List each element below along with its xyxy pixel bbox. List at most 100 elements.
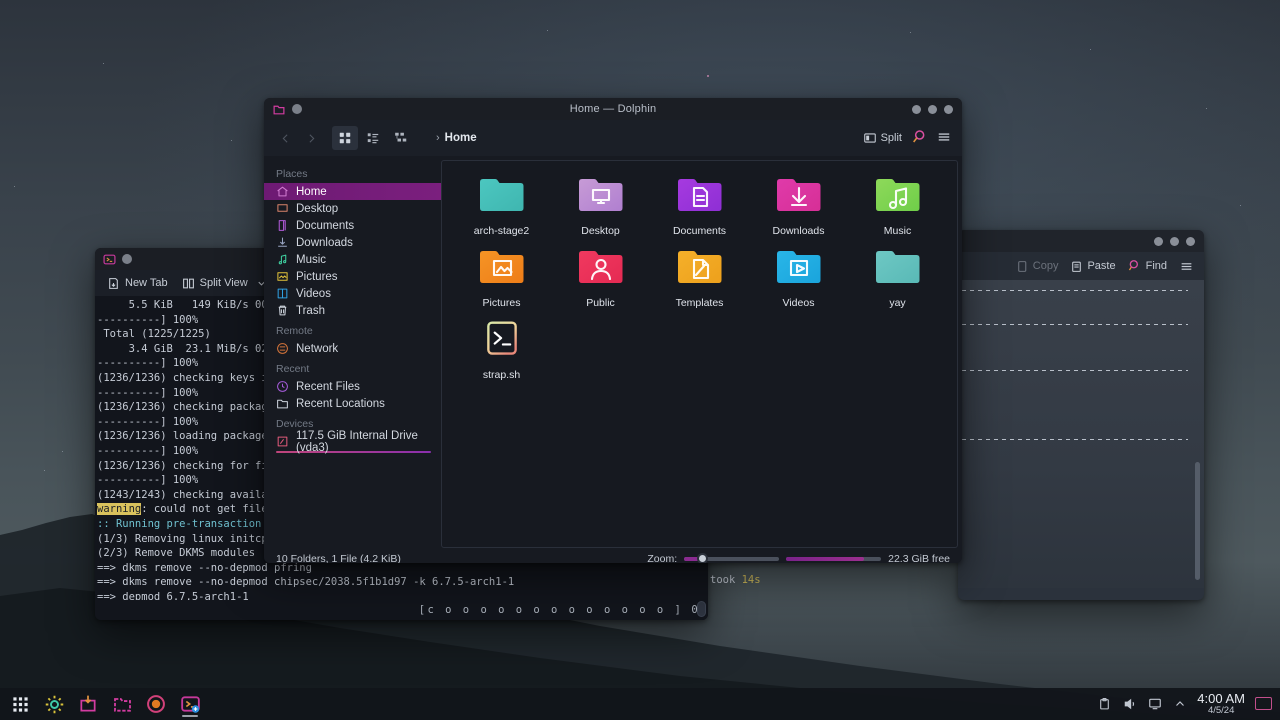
- star: [910, 32, 911, 33]
- sidebar-item-label: Desktop: [296, 203, 338, 215]
- back-button[interactable]: [272, 126, 298, 150]
- trash-icon: [276, 304, 289, 317]
- star: [1240, 205, 1241, 206]
- sidebar-item-pictures[interactable]: Pictures: [264, 268, 441, 285]
- file-item[interactable]: arch-stage2: [452, 175, 551, 237]
- file-name-label: arch-stage2: [474, 225, 529, 237]
- sidebar-item-home[interactable]: Home: [264, 183, 441, 200]
- pictures-icon: [276, 270, 289, 283]
- firefox-taskbar-button[interactable]: [142, 690, 170, 718]
- maximize-button[interactable]: [1170, 237, 1179, 246]
- file-item[interactable]: Templates: [650, 247, 749, 309]
- dolphin-window[interactable]: Home — Dolphin: [264, 98, 962, 563]
- close-button[interactable]: [944, 105, 953, 114]
- minimize-button[interactable]: [1154, 237, 1163, 246]
- zoom-slider[interactable]: [684, 557, 779, 561]
- sidebar-item-recent-files[interactable]: Recent Files: [264, 378, 441, 395]
- sidebar-item-videos[interactable]: Videos: [264, 285, 441, 302]
- dolphin-window-controls[interactable]: [912, 105, 962, 114]
- sidebar-item-117-5-gib-internal-drive-vda3[interactable]: 117.5 GiB Internal Drive (vda3): [264, 433, 441, 450]
- browser-icon: [146, 694, 166, 714]
- sidebar-item-label: Pictures: [296, 271, 338, 283]
- show-desktop-button[interactable]: [1255, 697, 1272, 710]
- bgwindow-titlebar[interactable]: [958, 230, 1204, 252]
- zoom-controls[interactable]: Zoom: 22.3 GiB free: [647, 553, 950, 563]
- file-icon-wrap: [480, 319, 524, 364]
- sidebar-item-recent-locations[interactable]: Recent Locations: [264, 395, 441, 412]
- view-mode-group[interactable]: [332, 126, 414, 150]
- sidebar-item-documents[interactable]: Documents: [264, 217, 441, 234]
- file-item[interactable]: strap.sh: [452, 319, 551, 381]
- scrollbar-thumb[interactable]: [697, 601, 706, 617]
- clock[interactable]: 4:00 AM 4/5/24: [1197, 692, 1245, 716]
- places-sidebar[interactable]: PlacesHomeDesktopDocumentsDownloadsMusic…: [264, 156, 441, 548]
- find-button[interactable]: [911, 129, 927, 148]
- taskbar-launchers[interactable]: [0, 690, 204, 718]
- view-icons-button[interactable]: [332, 126, 358, 150]
- sidebar-item-desktop[interactable]: Desktop: [264, 200, 441, 217]
- maximize-button[interactable]: [928, 105, 937, 114]
- bgwindow-toolbar[interactable]: Copy Paste Find: [958, 252, 1204, 280]
- file-grid[interactable]: arch-stage2 DesktopDocumentsDownloadsMusi…: [452, 175, 947, 381]
- system-settings-button[interactable]: [40, 690, 68, 718]
- breadcrumb[interactable]: › Home: [436, 132, 477, 144]
- copy-button[interactable]: Copy: [1016, 260, 1059, 273]
- file-item[interactable]: Pictures: [452, 247, 551, 309]
- dolphin-statusbar: 10 Folders, 1 File (4.2 KiB) Zoom: 22.3 …: [264, 548, 962, 563]
- folder-icon-wrap: [775, 247, 823, 292]
- folder-icon: [272, 103, 286, 116]
- file-item[interactable]: yay: [848, 247, 947, 309]
- sidebar-item-trash[interactable]: Trash: [264, 302, 441, 319]
- clipboard-icon[interactable]: [1097, 696, 1112, 711]
- bgwindow-window-controls[interactable]: [1154, 237, 1204, 246]
- clock-date: 4/5/24: [1197, 706, 1245, 716]
- menu-button[interactable]: [936, 130, 952, 147]
- paste-button[interactable]: Paste: [1070, 260, 1115, 273]
- dolphin-titlebar[interactable]: Home — Dolphin: [264, 98, 962, 120]
- sidebar-item-label: Videos: [296, 288, 331, 300]
- new-tab-button[interactable]: New Tab: [107, 277, 168, 290]
- close-button[interactable]: [1186, 237, 1195, 246]
- star: [103, 63, 104, 64]
- discover-button[interactable]: [74, 690, 102, 718]
- file-pane[interactable]: arch-stage2 DesktopDocumentsDownloadsMusi…: [441, 160, 958, 548]
- display-icon[interactable]: [1147, 696, 1162, 711]
- view-compact-button[interactable]: [360, 126, 386, 150]
- konsole-taskbar-button[interactable]: [176, 690, 204, 718]
- find-button[interactable]: Find: [1128, 259, 1167, 273]
- sidebar-item-downloads[interactable]: Downloads: [264, 234, 441, 251]
- breadcrumb-path[interactable]: Home: [445, 132, 477, 144]
- scrollbar-thumb[interactable]: [1195, 462, 1200, 580]
- menu-button[interactable]: [1179, 260, 1194, 273]
- view-details-button[interactable]: [388, 126, 414, 150]
- taskbar[interactable]: 4:00 AM 4/5/24: [0, 688, 1280, 720]
- free-space-bar[interactable]: [786, 557, 881, 561]
- show-hidden-icon[interactable]: [1172, 696, 1187, 711]
- dolphin-taskbar-button[interactable]: [108, 690, 136, 718]
- sidebar-item-network[interactable]: Network: [264, 340, 441, 357]
- split-button[interactable]: Split: [863, 131, 902, 145]
- background-editor-window[interactable]: Copy Paste Find: [958, 230, 1204, 600]
- volume-icon[interactable]: [1122, 696, 1137, 711]
- file-item[interactable]: Documents: [650, 175, 749, 237]
- file-name-label: Public: [586, 297, 615, 309]
- bgwindow-content[interactable]: [958, 280, 1204, 588]
- zoom-slider-knob[interactable]: [697, 553, 708, 563]
- app-launcher-button[interactable]: [6, 690, 34, 718]
- dolphin-toolbar[interactable]: › Home Split: [264, 120, 962, 156]
- sidebar-item-label: Network: [296, 343, 338, 355]
- separator-line: [962, 370, 1188, 371]
- folder-icon: [478, 175, 526, 215]
- forward-button[interactable]: [298, 126, 324, 150]
- file-item[interactable]: Downloads: [749, 175, 848, 237]
- file-item[interactable]: Music: [848, 175, 947, 237]
- sidebar-item-music[interactable]: Music: [264, 251, 441, 268]
- system-tray[interactable]: 4:00 AM 4/5/24: [1097, 692, 1280, 716]
- minimize-button[interactable]: [912, 105, 921, 114]
- file-item[interactable]: Public: [551, 247, 650, 309]
- folder-icon-wrap: [478, 175, 526, 220]
- dolphin-toolbar-right[interactable]: Split: [863, 129, 954, 148]
- split-view-button[interactable]: Split View: [182, 277, 267, 290]
- file-item[interactable]: Videos: [749, 247, 848, 309]
- file-item[interactable]: Desktop: [551, 175, 650, 237]
